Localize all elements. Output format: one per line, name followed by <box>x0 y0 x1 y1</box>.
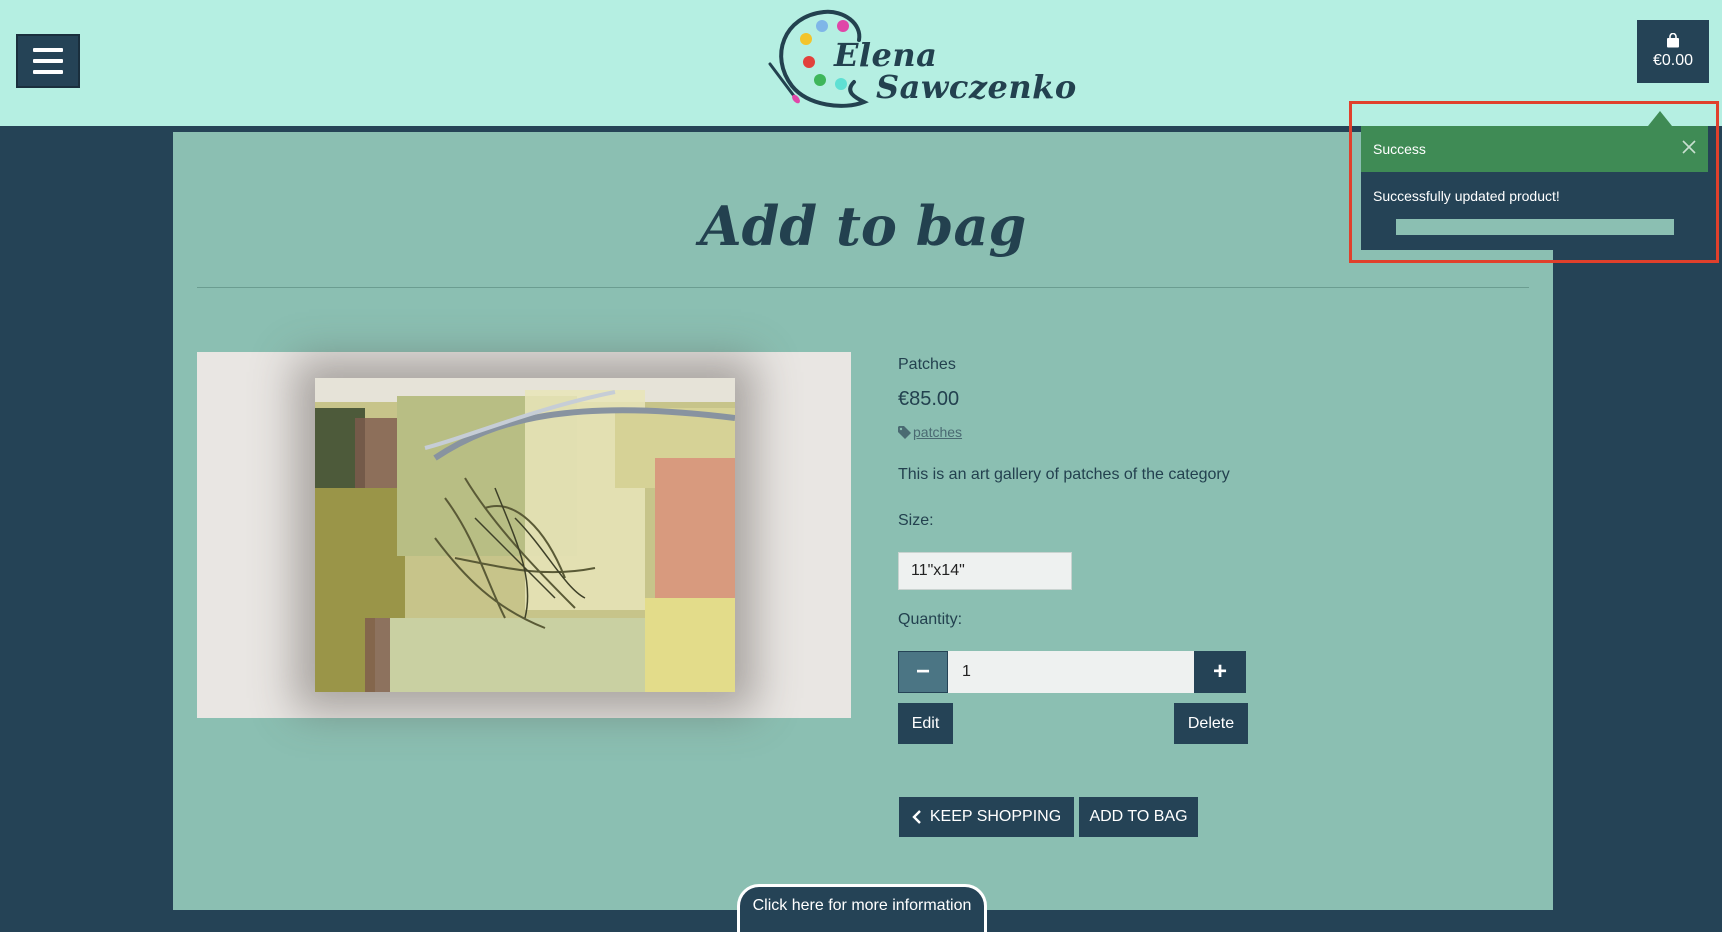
chevron-left-icon <box>912 810 921 824</box>
product-image-frame <box>197 352 851 718</box>
category-tag-link[interactable]: patches <box>898 424 962 440</box>
edit-button[interactable]: Edit <box>898 703 953 744</box>
product-image[interactable] <box>315 378 735 692</box>
menu-button[interactable] <box>16 34 80 88</box>
cart-button[interactable]: €0.00 <box>1637 20 1709 83</box>
site-header: Elena Sawczenko €0.00 <box>0 0 1722 126</box>
toast-title: Success <box>1373 141 1426 157</box>
product-price: €85.00 <box>898 388 960 410</box>
quantity-label: Quantity: <box>898 611 963 628</box>
keep-shopping-button[interactable]: KEEP SHOPPING <box>899 797 1074 837</box>
keep-shopping-label: KEEP SHOPPING <box>929 808 1062 825</box>
divider <box>197 287 1529 288</box>
quantity-input[interactable]: 1 <box>948 651 1194 693</box>
category-tag-label: patches <box>913 424 963 440</box>
delete-button[interactable]: Delete <box>1174 703 1248 744</box>
toast-progress-bar <box>1396 219 1674 235</box>
toast-arrow <box>1648 111 1672 126</box>
quantity-stepper: − 1 + <box>898 651 1246 693</box>
toast-message: Successfully updated product! <box>1373 188 1560 204</box>
logo[interactable]: Elena Sawczenko <box>764 6 1076 116</box>
tag-icon <box>898 425 911 439</box>
close-icon[interactable] <box>1678 136 1700 158</box>
add-to-bag-button[interactable]: ADD TO BAG <box>1079 797 1198 837</box>
shopping-bag-icon <box>1667 33 1679 48</box>
success-toast: Success Successfully updated product! <box>1361 126 1708 250</box>
minus-icon: − <box>915 658 930 685</box>
product-description: This is an art gallery of patches of the… <box>898 466 1230 483</box>
more-info-tab[interactable]: Click here for more information <box>737 884 987 932</box>
product-name: Patches <box>898 356 956 373</box>
decrement-button[interactable]: − <box>898 651 948 693</box>
increment-button[interactable]: + <box>1194 651 1246 693</box>
cart-total: €0.00 <box>1652 52 1694 69</box>
size-label: Size: <box>898 512 934 529</box>
product-detail-panel: Add to bag Patches €85.00 patches This i… <box>173 132 1553 910</box>
plus-icon: + <box>1212 658 1227 685</box>
hamburger-icon <box>33 48 63 52</box>
page-title: Add to bag <box>699 194 1027 258</box>
logo-text-last: Sawczenko <box>876 68 1077 106</box>
painting-artwork <box>315 378 735 692</box>
size-select[interactable]: 11"x14" <box>898 552 1072 590</box>
toast-header: Success <box>1361 126 1708 172</box>
